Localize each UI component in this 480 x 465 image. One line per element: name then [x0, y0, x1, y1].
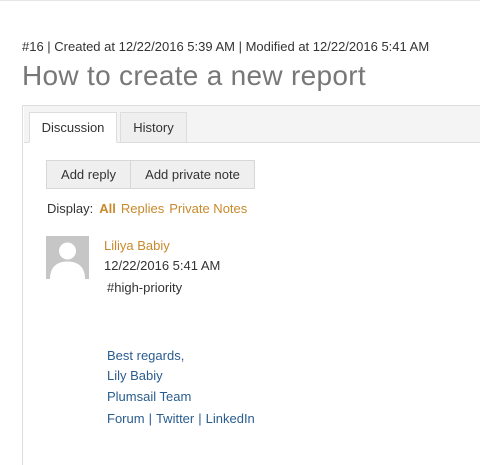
- comment-author[interactable]: Liliya Babiy: [104, 238, 170, 253]
- link-separator: |: [148, 411, 152, 426]
- ticket-panel: Discussion History Add reply Add private…: [22, 105, 480, 465]
- filter-private-notes[interactable]: Private Notes: [169, 201, 247, 216]
- add-private-note-button[interactable]: Add private note: [130, 160, 255, 189]
- add-reply-button[interactable]: Add reply: [46, 160, 131, 189]
- top-divider: [0, 0, 480, 1]
- comment-body: #high-priority: [107, 280, 183, 295]
- display-filter-label: Display:: [47, 201, 94, 216]
- ticket-meta: #16 | Created at 12/22/2016 5:39 AM | Mo…: [22, 39, 430, 54]
- tab-strip: Discussion History: [24, 106, 480, 143]
- filter-replies[interactable]: Replies: [121, 201, 164, 216]
- signature-name: Lily Babiy: [107, 368, 163, 383]
- signature-team: Plumsail Team: [107, 389, 192, 404]
- display-filter: Display: All Replies Private Notes: [47, 201, 252, 216]
- default-user-avatar-icon: [46, 236, 89, 279]
- signature-greeting: Best regards,: [107, 348, 185, 363]
- filter-all[interactable]: All: [99, 201, 116, 216]
- forum-link[interactable]: Forum: [107, 411, 145, 426]
- page-title: How to create a new report: [22, 60, 366, 91]
- twitter-link[interactable]: Twitter: [156, 411, 194, 426]
- signature-links: Forum | Twitter | LinkedIn: [107, 411, 255, 426]
- comment-timestamp: 12/22/2016 5:41 AM: [104, 258, 221, 273]
- tab-history[interactable]: History: [120, 112, 187, 143]
- link-separator: |: [198, 411, 202, 426]
- linkedin-link[interactable]: LinkedIn: [206, 411, 255, 426]
- tab-discussion[interactable]: Discussion: [29, 112, 117, 143]
